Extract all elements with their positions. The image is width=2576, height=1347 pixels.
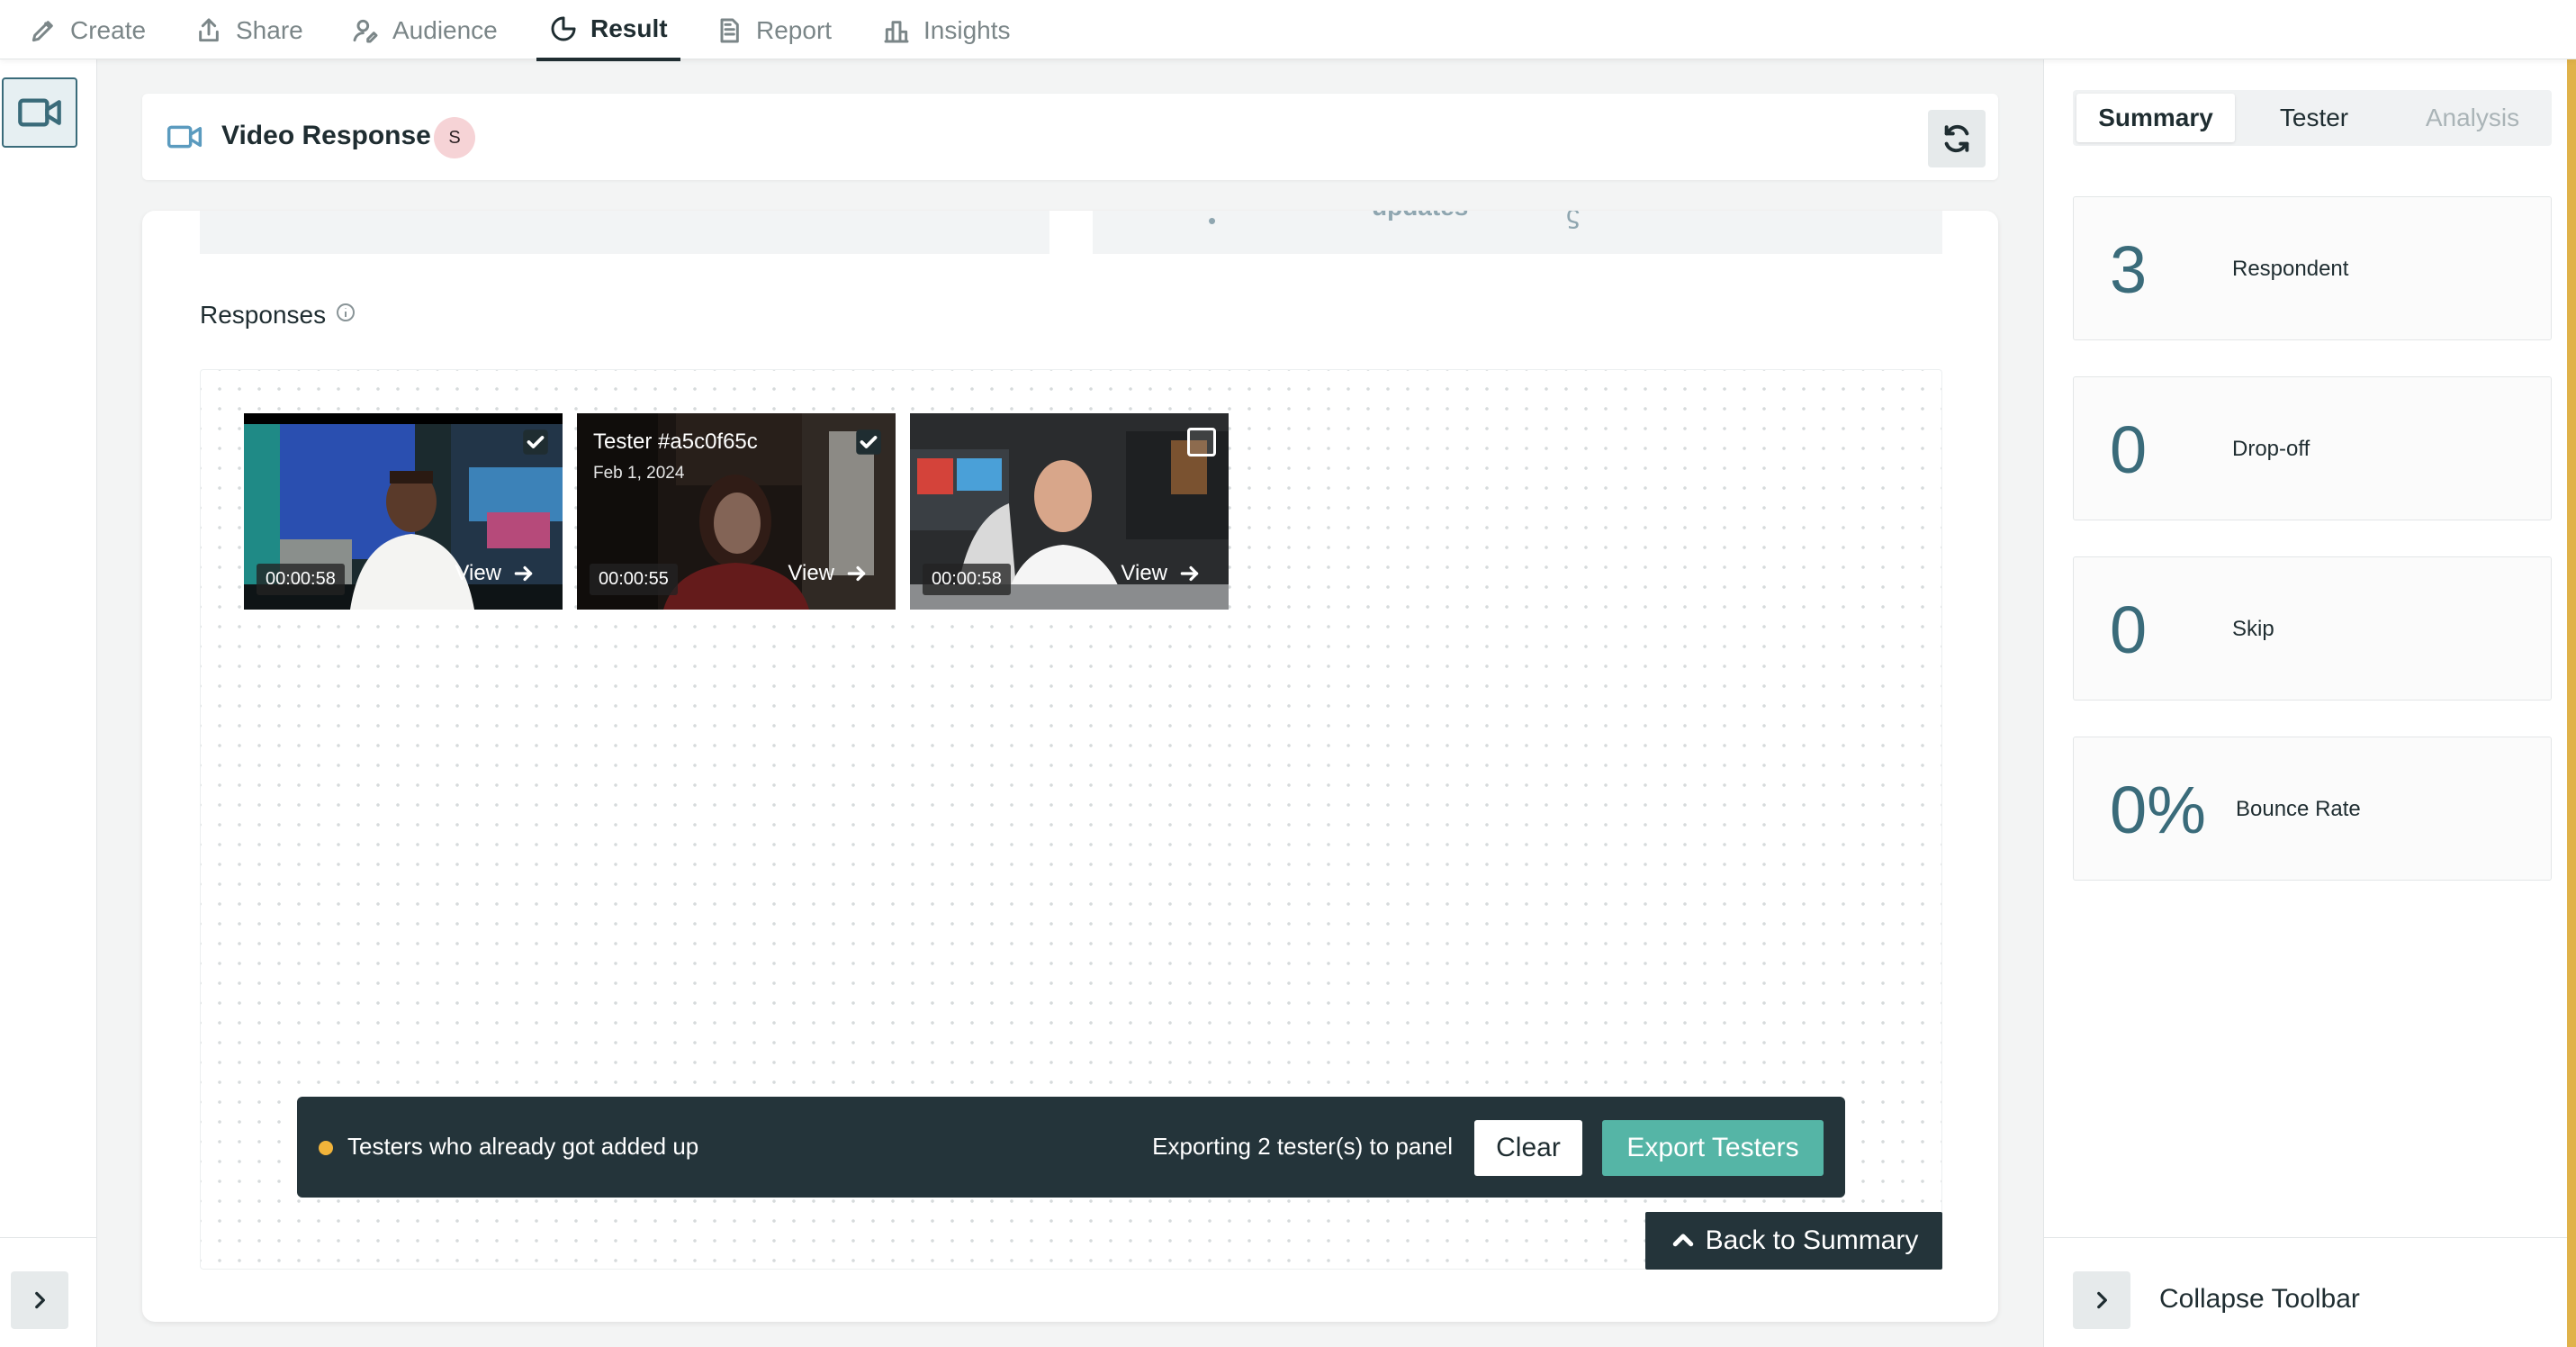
tab-create-label: Create <box>70 16 147 44</box>
partial-icon: • <box>1208 211 1217 234</box>
stat-value: 3 <box>2110 232 2148 307</box>
select-checkbox[interactable] <box>854 428 883 457</box>
collapse-toolbar-label[interactable]: Collapse Toolbar <box>2159 1284 2360 1315</box>
partial-glyph-icon: ϛ <box>1566 211 1580 230</box>
export-testers-button[interactable]: Export Testers <box>1602 1120 1824 1176</box>
stat-label: Drop-off <box>2232 437 2310 461</box>
chevron-right-icon <box>35 1291 45 1309</box>
tab-analysis: Analysis <box>2425 104 2520 131</box>
view-label: View <box>1121 561 1167 585</box>
refresh-icon <box>1944 124 1969 153</box>
refresh-button[interactable] <box>1928 110 1986 167</box>
tab-report-label: Report <box>756 16 833 44</box>
tab-tester[interactable]: Tester <box>2235 94 2393 142</box>
stat-label: Skip <box>2232 617 2274 641</box>
previous-block-left <box>200 211 1049 254</box>
checkmark-icon <box>523 429 548 455</box>
select-checkbox[interactable] <box>1187 428 1216 457</box>
top-nav: Create Share Audience Result Report Insi… <box>0 0 2576 61</box>
arrow-right-icon <box>1180 565 1199 582</box>
tab-create[interactable]: Create <box>16 0 158 61</box>
select-checkbox[interactable] <box>521 428 550 457</box>
avatar: S <box>434 117 475 158</box>
stat-value: 0 <box>2110 412 2148 487</box>
arrow-right-icon <box>514 565 533 582</box>
stat-value: 0 <box>2110 592 2148 667</box>
tab-share[interactable]: Share <box>182 0 316 61</box>
view-link[interactable]: View <box>788 561 869 586</box>
responses-heading: Responses <box>200 301 356 330</box>
partial-label: updates <box>1372 211 1468 221</box>
bar-chart-icon <box>884 21 909 43</box>
stat-respondent: 3 Respondent <box>2073 196 2552 340</box>
video-duration: 00:00:58 <box>923 564 1011 595</box>
tab-insights[interactable]: Insights <box>869 0 1023 61</box>
collapse-toolbar-button[interactable] <box>2073 1271 2130 1329</box>
view-link[interactable]: View <box>1121 561 1202 586</box>
tab-audience[interactable]: Audience <box>338 0 510 61</box>
back-to-summary-label: Back to Summary <box>1705 1225 1919 1255</box>
tab-audience-label: Audience <box>392 16 498 44</box>
chevron-up-icon <box>1672 1234 1693 1247</box>
document-icon <box>720 18 739 43</box>
share-icon <box>199 18 219 42</box>
checkmark-icon <box>856 429 881 455</box>
left-rail <box>0 59 97 1347</box>
stat-value: 0% <box>2110 773 2206 847</box>
tester-name: Tester #a5c0f65c <box>593 429 758 454</box>
export-warning: Testers who already got added up <box>347 1133 699 1160</box>
tab-insights-label: Insights <box>923 16 1011 44</box>
tab-share-label: Share <box>236 16 303 44</box>
video-card[interactable]: 00:00:58 View <box>910 413 1229 610</box>
pie-chart-icon <box>551 16 576 41</box>
video-card[interactable]: Tester #a5c0f65c Feb 1, 2024 00:00:55 Vi… <box>577 413 896 610</box>
export-count: Exporting 2 tester(s) to panel <box>1152 1133 1453 1160</box>
accent-strip <box>2567 59 2576 1347</box>
video-response-icon <box>166 122 203 151</box>
tab-result-label: Result <box>590 14 668 42</box>
back-to-summary-button[interactable]: Back to Summary <box>1645 1212 1942 1270</box>
arrow-right-icon <box>847 565 866 582</box>
video-card[interactable]: 00:00:58 View <box>244 413 563 610</box>
video-duration: 00:00:58 <box>257 564 345 595</box>
expand-sidebar-button[interactable] <box>11 1271 68 1329</box>
tab-summary[interactable]: Summary <box>2076 94 2235 142</box>
stat-label: Respondent <box>2232 257 2349 281</box>
view-link[interactable]: View <box>455 561 536 586</box>
tab-result[interactable]: Result <box>536 0 680 61</box>
block-title: Video Response <box>221 121 431 150</box>
clear-button[interactable]: Clear <box>1474 1120 1582 1176</box>
chevron-right-icon <box>2097 1291 2107 1309</box>
tab-report[interactable]: Report <box>702 0 844 61</box>
stat-bounce-rate: 0% Bounce Rate <box>2073 737 2552 881</box>
tester-date: Feb 1, 2024 <box>593 464 685 483</box>
export-bar: Testers who already got added up Exporti… <box>297 1097 1845 1198</box>
stat-label: Bounce Rate <box>2236 797 2361 821</box>
block-header: Video Response S <box>142 94 1998 180</box>
info-icon[interactable] <box>335 301 356 330</box>
previous-block-right: • updates ϛ <box>1093 211 1942 254</box>
view-label: View <box>788 561 834 585</box>
summary-toolbar: Summary Tester Analysis 3 Respondent 0 D… <box>2043 59 2576 1347</box>
video-camera-icon <box>18 98 61 127</box>
responses-label: Responses <box>200 301 327 329</box>
audience-icon <box>353 19 378 43</box>
pencil-icon <box>32 21 53 42</box>
stat-skip: 0 Skip <box>2073 556 2552 701</box>
video-block-button[interactable] <box>2 77 77 148</box>
rail-divider <box>0 1237 97 1238</box>
summary-tabbar: Summary Tester Analysis <box>2073 90 2552 146</box>
video-duration: 00:00:55 <box>590 564 678 595</box>
view-label: View <box>455 561 501 585</box>
stat-drop-off: 0 Drop-off <box>2073 376 2552 520</box>
toolbar-divider <box>2044 1237 2576 1238</box>
warning-dot-icon <box>319 1141 333 1155</box>
